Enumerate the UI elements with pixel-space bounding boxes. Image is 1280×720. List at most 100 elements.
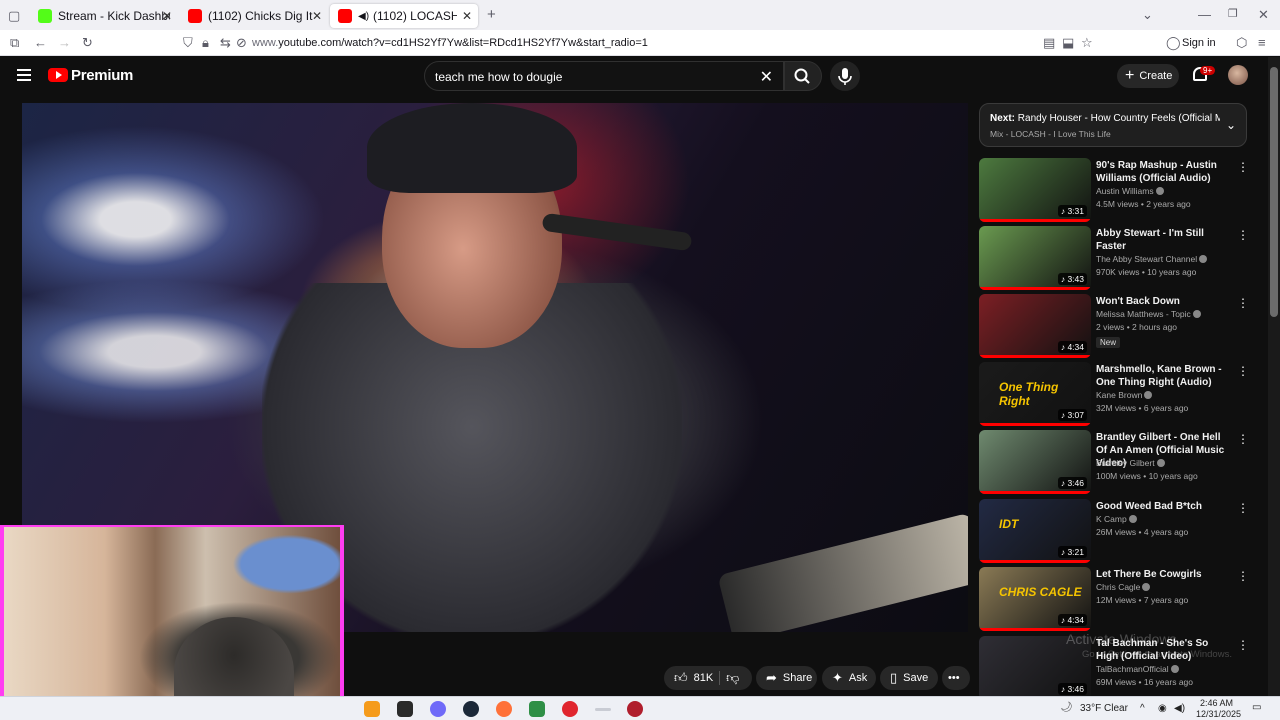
extensions-icon[interactable]: ⬡ [1236,35,1247,51]
list-item[interactable]: One Thing Right ♪ 3:07 Marshmello, Kane Br… [979,362,1249,426]
scrollbar[interactable] [1268,57,1280,697]
chrome-like-icon[interactable] [364,701,380,717]
create-button[interactable]: + Create [1117,64,1179,88]
back-icon[interactable]: ← [34,35,47,50]
list-item[interactable]: ♪ 3:31 90's Rap Mashup - Austin Williams … [979,158,1249,222]
record-app-icon[interactable] [562,701,578,717]
network-icon[interactable]: ◉ [1158,703,1167,714]
scrollbar-thumb[interactable] [1270,67,1278,317]
more-options-icon[interactable]: ⋮ [1237,569,1249,583]
reload-icon[interactable]: ↻ [82,35,93,51]
weather-moon-icon[interactable]: 🌙︎ [1060,702,1073,713]
video-thumbnail[interactable]: ♪ 4:34 [979,294,1091,358]
youtube-premium-logo[interactable]: Premium [71,67,133,84]
tab-close-icon[interactable]: ✕ [162,9,172,23]
video-thumbnail[interactable]: CHRIS CAGLE ♪ 4:34 [979,567,1091,631]
video-thumbnail[interactable]: ♪ 3:43 [979,226,1091,290]
save-button[interactable]: ▯ Save [880,666,938,690]
sidebar-icon[interactable]: ⧉ [10,35,19,51]
search-input[interactable]: teach me how to dougie ✕ [424,61,784,91]
channel-name[interactable]: TalBachmanOfficial [1096,664,1179,674]
lock-icon[interactable]: 🔒︎ [202,35,209,51]
list-item[interactable]: ♪ 3:43 Abby Stewart - I'm Still Faster The… [979,226,1249,290]
tab-kick-dashboard[interactable]: Stream - Kick Dashboard ✕ [30,4,178,28]
video-thumbnail[interactable]: ♪ 3:46 [979,430,1091,494]
thumbs-up-icon[interactable]: 👍︎ [674,670,688,686]
video-thumbnail[interactable]: One Thing Right ♪ 3:07 [979,362,1091,426]
bookmark-star-icon[interactable]: ☆ [1081,35,1093,51]
like-count[interactable]: 81K [694,672,714,684]
chevron-down-icon[interactable]: ⌄ [1142,7,1153,23]
more-options-icon[interactable]: ⋮ [1237,432,1249,446]
channel-name[interactable]: Brantley Gilbert [1096,458,1165,468]
shield-icon[interactable]: ⛉ [183,35,193,51]
permissions-icon[interactable]: ⇆ [220,35,231,51]
more-options-icon[interactable]: ⋮ [1237,228,1249,242]
more-options-icon[interactable]: ⋮ [1237,160,1249,174]
more-options-icon[interactable]: ⋮ [1237,501,1249,515]
avatar[interactable] [1228,65,1248,85]
screenshot-icon[interactable]: ⬓ [1062,35,1074,51]
video-thumbnail[interactable]: IDT ♪ 3:21 [979,499,1091,563]
video-title[interactable]: 90's Rap Mashup - Austin Williams (Offic… [1096,159,1226,185]
tab-list-icon[interactable]: ▢ [8,8,20,24]
list-item[interactable]: ♪ 3:46 Brantley Gilbert - One Hell Of An … [979,430,1249,494]
channel-name[interactable]: Chris Cagle [1096,582,1151,592]
more-options-icon[interactable]: ⋮ [1237,296,1249,310]
tab-close-icon[interactable]: ✕ [312,9,322,23]
up-next-panel[interactable]: Next: Randy Houser - How Country Feels (… [979,103,1247,147]
tab-chicks-dig-it[interactable]: (1102) Chicks Dig It (Single Edit ✕ [180,4,328,28]
steam-icon[interactable] [463,701,479,717]
clock-time[interactable]: 2:46 AM [1200,698,1233,708]
more-options-icon[interactable]: ⋮ [1237,638,1249,652]
video-thumbnail[interactable]: ♪ 3:31 [979,158,1091,222]
account-icon[interactable]: ◯ [1166,35,1181,51]
forward-icon[interactable]: → [58,35,71,50]
hamburger-menu-icon[interactable] [17,69,31,81]
chevron-down-icon[interactable]: ⌄ [1226,118,1236,132]
list-item[interactable]: ♪ 4:34 Won't Back Down Melissa Matthews - … [979,294,1249,358]
new-tab-button[interactable]: + [487,6,496,23]
tab-locash-active[interactable]: ◀) (1102) LOCASH - I Love Thi ✕ [330,4,478,28]
video-title[interactable]: Let There Be Cowgirls [1096,568,1226,581]
list-item[interactable]: IDT ♪ 3:21 Good Weed Bad B*tch K Camp 26M vi… [979,499,1249,563]
minimized-app-icon[interactable] [595,708,611,711]
reader-view-icon[interactable]: ▤ [1043,35,1055,51]
list-item[interactable]: CHRIS CAGLE ♪ 4:34 Let There Be Cowgirls Ch… [979,567,1249,631]
obs-icon[interactable] [430,701,446,717]
spreadsheet-icon[interactable] [529,701,545,717]
notifications-icon[interactable]: ▭ [1252,702,1261,713]
sign-in-button[interactable]: Sign in [1182,37,1216,49]
channel-name[interactable]: Kane Brown [1096,390,1153,400]
channel-name[interactable]: The Abby Stewart Channel [1096,254,1208,264]
ask-button[interactable]: ✦ Ask [822,666,876,690]
tab-close-icon[interactable]: ✕ [462,9,472,23]
speaker-icon[interactable]: ◀) [358,11,369,22]
more-options-icon[interactable]: ⋮ [1237,364,1249,378]
voice-search-button[interactable] [830,61,860,91]
channel-name[interactable]: K Camp [1096,514,1137,524]
channel-name[interactable]: Melissa Matthews - Topic [1096,309,1201,319]
autoplay-blocked-icon[interactable]: ⊘ [236,35,247,51]
share-button[interactable]: ➦ Share [756,666,817,690]
more-actions-button[interactable]: ••• [942,666,970,690]
url-bar[interactable]: www.youtube.com/watch?v=cd1HS2Yf7Yw&list… [252,37,648,49]
search-button[interactable] [784,61,822,91]
clock-date[interactable]: 12/31/2025 [1196,709,1241,719]
clear-search-icon[interactable]: ✕ [760,67,773,87]
app-icon[interactable] [627,701,643,717]
menu-icon[interactable]: ≡ [1258,35,1266,50]
youtube-logo-icon[interactable] [48,68,68,82]
restore-icon[interactable]: ❐ [1228,7,1238,20]
thumbs-down-icon[interactable]: 👎︎ [726,670,739,686]
window-close-icon[interactable]: ✕ [1258,7,1269,23]
epic-games-icon[interactable] [397,701,413,717]
chevron-up-icon[interactable]: ^ [1140,703,1145,714]
volume-icon[interactable]: ◀) [1174,703,1185,714]
weather-text[interactable]: 33°F Clear [1080,703,1128,714]
channel-name[interactable]: Austin Williams [1096,186,1164,196]
video-title[interactable]: Abby Stewart - I'm Still Faster [1096,227,1226,253]
video-title[interactable]: Marshmello, Kane Brown - One Thing Right… [1096,363,1226,389]
firefox-icon[interactable] [496,701,512,717]
minimize-icon[interactable]: — [1198,7,1211,22]
